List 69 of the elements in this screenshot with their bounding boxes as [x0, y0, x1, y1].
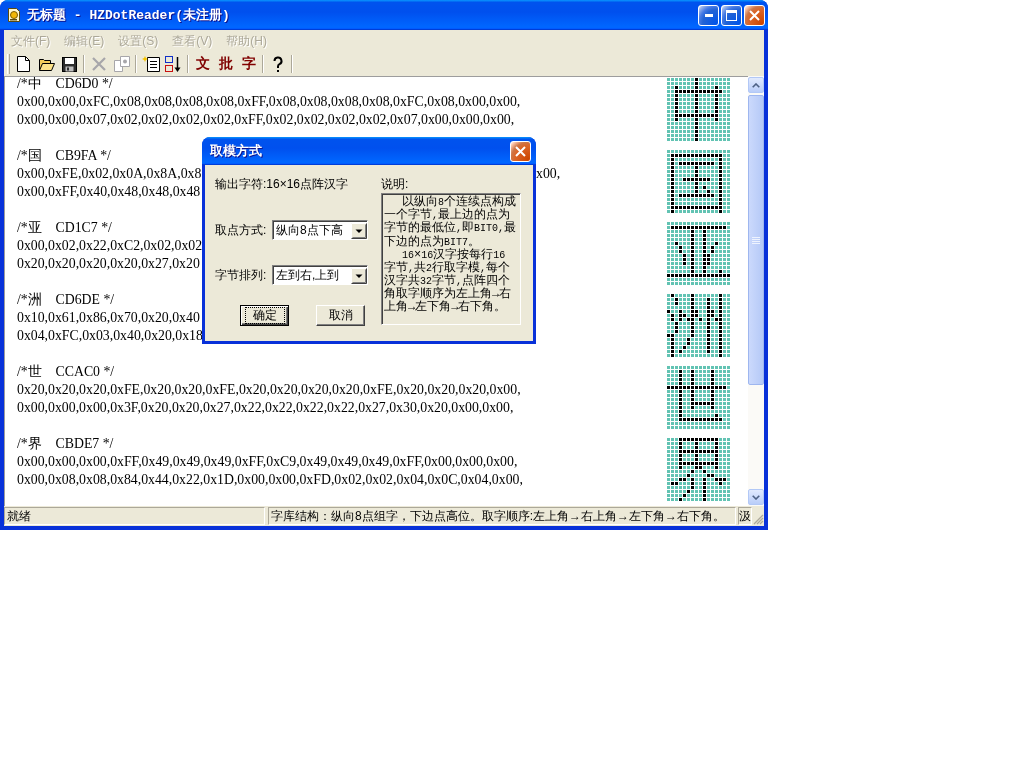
code-line: 0x20,0x20,0x20,0xFE,0x20,0x20,0xFE,0x20,0x20,0x20,0x20,0xFE,0x20,0x20,0x20,0x00, — [17, 381, 521, 399]
code-comment: /*界 CBDE7 */ — [17, 435, 114, 453]
dialog-button[interactable]: 取消 — [316, 305, 365, 326]
dropdown[interactable]: 纵向8点下高 — [272, 220, 368, 240]
status-text: 字库结构：纵向8点组字，下边点高位。取字顺序:左上角→右上角→左下角→右下角。 — [268, 507, 736, 525]
code-line: 0x00,0x08,0x08,0x84,0x44,0x22,0x1D,0x00,0x00,0xFD,0x02,0x02,0x04,0x0C,0x04,0x00, — [17, 471, 523, 489]
close-icon — [749, 9, 760, 21]
toolbar-button[interactable]: 字 — [237, 53, 260, 75]
dot-matrix-drawing — [667, 78, 730, 141]
grip-icon — [752, 236, 760, 244]
folder-icon — [38, 57, 55, 71]
note-paragraph: 以纵向8个连续点构成一个字节,最上边的点为字节的最低位,即BIT0,最下边的点为BIT7。 — [384, 196, 517, 249]
field-label: 字节排列: — [215, 266, 267, 284]
code-line: 0x10,0x61,0x86,0x70,0x20,0x40 — [17, 309, 200, 327]
note-label: 说明: — [381, 177, 409, 191]
notepad-icon — [141, 56, 160, 72]
status-text: 就绪 — [4, 507, 265, 525]
pages-icon — [113, 56, 130, 72]
code-comment: /*亚 CD1C7 */ — [17, 219, 112, 237]
code-line: 0x00,0xFF,0x40,0x48,0x48,0x48 — [17, 183, 201, 201]
dialog-button[interactable]: 确定 — [240, 305, 289, 326]
code-line: 0x00,0x00,0x00,0x3F,0x20,0x20,0x27,0x22,0x22,0x22,0x22,0x27,0x30,0x20,0x00,0x00, — [17, 399, 514, 417]
dot-matrix-drawing — [667, 150, 730, 213]
minimize-button[interactable] — [698, 4, 719, 26]
close-button[interactable] — [510, 140, 531, 162]
maximize-button[interactable] — [721, 4, 742, 26]
maximize-icon — [726, 9, 737, 21]
help-icon — [271, 55, 284, 73]
new-file-icon — [17, 56, 30, 72]
code-line: 0x00,0x00,0x07,0x02,0x02,0x02,0x02,0xFF,0x02,0x02,0x02,0x02,0x07,0x00,0x00,0x00, — [17, 111, 515, 129]
code-line: 0x04,0xFC,0x03,0x40,0x20,0x18 — [17, 327, 203, 345]
code-line: x00, — [536, 165, 561, 183]
output-format-label: 输出字符:16×16点阵汉字 — [215, 177, 349, 191]
code-comment: /*世 CCAC0 */ — [17, 363, 115, 381]
dot-matrix-drawing — [667, 222, 730, 285]
note-paragraph: 16×16汉字按每行16字节,共2行取字模,每个汉字共32字节,点阵四个角取字顺序为左上角→右上角→左下角→右下角。 — [384, 248, 513, 313]
field-label: 取点方式: — [215, 221, 267, 239]
scroll-down-button[interactable] — [748, 489, 764, 505]
dialog-title: 取模方式 — [210, 142, 263, 160]
scrollbar[interactable] — [748, 76, 764, 506]
close-button[interactable] — [744, 4, 765, 26]
dot-matrix-drawing — [667, 366, 730, 429]
app-icon — [6, 7, 22, 23]
dot-matrix-drawing — [667, 294, 730, 357]
window-title: 无标题 - HZDotReader(未注册) — [27, 7, 231, 24]
minimize-icon — [704, 13, 713, 17]
code-line: 0x20,0x20,0x20,0x20,0x27,0x20 — [17, 255, 200, 273]
toolbar-button[interactable]: 批 — [214, 53, 237, 75]
resize-grip-icon[interactable] — [753, 514, 764, 525]
dropdown-arrow-icon — [351, 222, 367, 239]
code-comment: /*国 CB9FA */ — [17, 147, 111, 165]
scrollbar-thumb[interactable] — [748, 95, 764, 385]
dropdown-arrow-icon — [351, 267, 367, 284]
status-text: 汲 — [738, 507, 752, 525]
toolbar-button[interactable]: 文 — [191, 53, 214, 75]
dot-matrix-drawing — [667, 438, 730, 501]
dropdown[interactable]: 左到右,上到 — [272, 265, 368, 285]
scroll-up-button[interactable] — [748, 77, 764, 93]
close-icon — [515, 145, 526, 157]
code-line: 0x00,0x00,0xFC,0x08,0x08,0x08,0x08,0xFF,0x08,0x08,0x08,0x08,0xFC,0x08,0x00,0x00, — [17, 93, 521, 111]
code-line: 0x00,0x00,0x00,0xFF,0x49,0x49,0x49,0xFF,0xC9,0x49,0x49,0x49,0xFF,0x00,0x00,0x00, — [17, 453, 518, 471]
code-line: 0x00,0xFE,0x02,0x0A,0x8A,0x8 — [17, 165, 202, 183]
code-comment: /*中 CD6D0 */ — [17, 77, 113, 93]
cross-icon — [91, 57, 106, 71]
sort-icon — [165, 55, 182, 73]
code-comment: /*洲 CD6DE */ — [17, 291, 115, 309]
code-line: 0x00,0x02,0x22,0xC2,0x02,0x02 — [17, 237, 203, 255]
chevron-up-icon — [752, 82, 760, 88]
chevron-down-icon — [752, 494, 760, 500]
